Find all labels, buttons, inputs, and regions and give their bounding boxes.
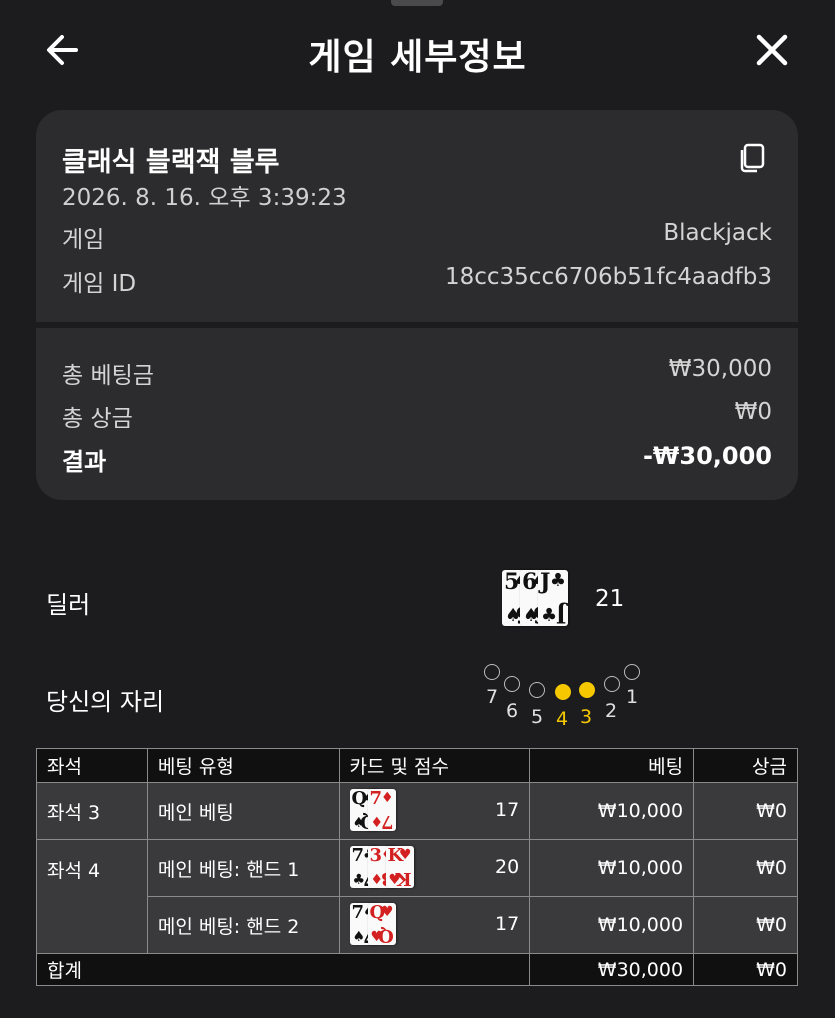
result-value: -₩30,000 [642, 442, 772, 470]
total-bet: ₩30,000 [529, 953, 695, 986]
total-win-label: 총 상금 [62, 406, 133, 432]
cards-cell: Q♠♠Q7♦♦7 17 [338, 782, 531, 840]
card-rank-bottom: J [555, 601, 566, 626]
dealer-label: 딜러 [46, 591, 91, 619]
page-title: 게임 세부정보 [308, 37, 527, 78]
seat-marker [555, 684, 571, 700]
bet-type-cell: 메인 베팅: 핸드 1 [146, 839, 340, 897]
hand-score: 17 [495, 799, 520, 821]
total-win: ₩0 [693, 953, 798, 986]
total-win-value: ₩0 [734, 399, 772, 425]
card-suit-top: ♥ [380, 904, 394, 920]
table-row: 좌석 4 메인 베팅: 핸드 1 7♣♣73♦♦3K♥♥K 20 ₩10,000… [36, 839, 798, 954]
card-suit-top: ♦ [380, 790, 394, 806]
copy-button[interactable] [736, 140, 770, 174]
table-row: 좌석 3 메인 베팅 Q♠♠Q7♦♦7 17 ₩10,000 ₩0 [36, 782, 798, 840]
header-cards-score: 카드 및 점수 [338, 748, 531, 783]
header: 게임 세부정보 [0, 14, 835, 84]
seat-number: 4 [556, 708, 569, 730]
drag-handle[interactable] [391, 0, 443, 6]
dealer-score: 21 [595, 586, 625, 612]
total-label: 합계 [35, 953, 531, 986]
seat-number: 1 [626, 686, 639, 708]
playing-card: K ♥ ♥ K [385, 846, 414, 888]
game-id-label: 게임 ID [62, 271, 137, 297]
card-rank-bottom: Q [377, 925, 394, 945]
playing-card: 7 ♦ ♦ 7 [367, 789, 396, 831]
bet-cell: ₩10,000 [529, 839, 695, 897]
game-name: 클래식 블랙잭 블루 [62, 147, 280, 178]
win-cell: ₩0 [693, 782, 798, 840]
seat-marker [604, 676, 620, 692]
card-suit-top: ♣ [549, 570, 566, 591]
totals-section: 총 베팅금 ₩30,000 총 상금 ₩0 결과 -₩30,000 [36, 328, 798, 500]
total-bet-value: ₩30,000 [668, 356, 772, 382]
card-suit-top: ♥ [398, 847, 412, 863]
game-datetime: 2026. 8. 16. 오후 3:39:23 [62, 185, 347, 211]
card-suit: ♣ [541, 605, 558, 626]
cards-cell: 7♣♣73♦♦3K♥♥K 20 [338, 839, 531, 897]
result-label: 결과 [62, 448, 107, 476]
seat-marker [484, 664, 500, 680]
seat-number: 6 [506, 700, 519, 722]
table-header-row: 좌석 베팅 유형 카드 및 점수 베팅 상금 [36, 748, 798, 783]
card-rank-bottom: K [395, 868, 412, 888]
game-id-value: 18cc35cc6706b51fc4aadfb3 [444, 264, 772, 290]
seat-marker [624, 664, 640, 680]
bet-cell: ₩10,000 [529, 782, 695, 840]
hand-score: 20 [495, 856, 520, 878]
header-bet: 베팅 [529, 748, 695, 783]
game-info-section: 클래식 블랙잭 블루 2026. 8. 16. 오후 3:39:23 게임 Bl… [36, 110, 798, 322]
header-seat: 좌석 [36, 748, 148, 783]
win-cell: ₩0 [693, 839, 798, 897]
header-win: 상금 [693, 748, 798, 783]
total-bet-label: 총 베팅금 [62, 363, 154, 389]
your-seat-label: 당신의 자리 [46, 688, 165, 716]
seat-number: 7 [486, 686, 499, 708]
seat-marker [579, 682, 595, 698]
dealer-hand: 5♠♠56♠♠6J♣♣J [502, 570, 568, 628]
seat-cell: 좌석 3 [36, 782, 148, 840]
hand-cards: 7♣♣73♦♦3K♥♥K [349, 846, 414, 888]
seat-map: 7654321 [470, 656, 650, 736]
close-icon [756, 34, 788, 66]
cards-cell: 7♠♠7Q♥♥Q 17 [338, 896, 531, 954]
hand-score: 17 [495, 913, 520, 935]
hand-cards: Q♠♠Q7♦♦7 [349, 789, 396, 831]
win-cell: ₩0 [693, 896, 798, 954]
card-rank-bottom: 7 [381, 811, 394, 831]
bet-type-cell: 메인 베팅 [146, 782, 340, 840]
seat-marker [529, 682, 545, 698]
seat-number: 5 [531, 706, 544, 728]
copy-icon [740, 143, 765, 173]
game-value: Blackjack [663, 220, 772, 246]
game-summary-card: 클래식 블랙잭 블루 2026. 8. 16. 오후 3:39:23 게임 Bl… [36, 110, 798, 500]
bet-details-table: 좌석 베팅 유형 카드 및 점수 베팅 상금 좌석 3 메인 베팅 Q♠♠Q7♦… [35, 748, 798, 986]
table-total-row: 합계 ₩30,000 ₩0 [35, 953, 798, 986]
seat-number: 3 [580, 706, 593, 728]
bet-cell: ₩10,000 [529, 896, 695, 954]
card-rank: J [540, 570, 551, 595]
seat-marker [504, 676, 520, 692]
playing-card: Q ♥ ♥ Q [367, 903, 396, 945]
bet-type-cell: 메인 베팅: 핸드 2 [146, 896, 340, 954]
hand-cards: 7♠♠7Q♥♥Q [349, 903, 396, 945]
seat-number: 2 [605, 700, 618, 722]
header-bet-type: 베팅 유형 [146, 748, 340, 783]
table-row: 메인 베팅: 핸드 2 7♠♠7Q♥♥Q 17 ₩10,000 ₩0 [37, 896, 798, 954]
close-button[interactable] [748, 26, 796, 74]
seat-cell: 좌석 4 [36, 839, 148, 954]
game-label: 게임 [62, 227, 105, 253]
playing-card: J ♣ ♣ J [538, 570, 568, 626]
